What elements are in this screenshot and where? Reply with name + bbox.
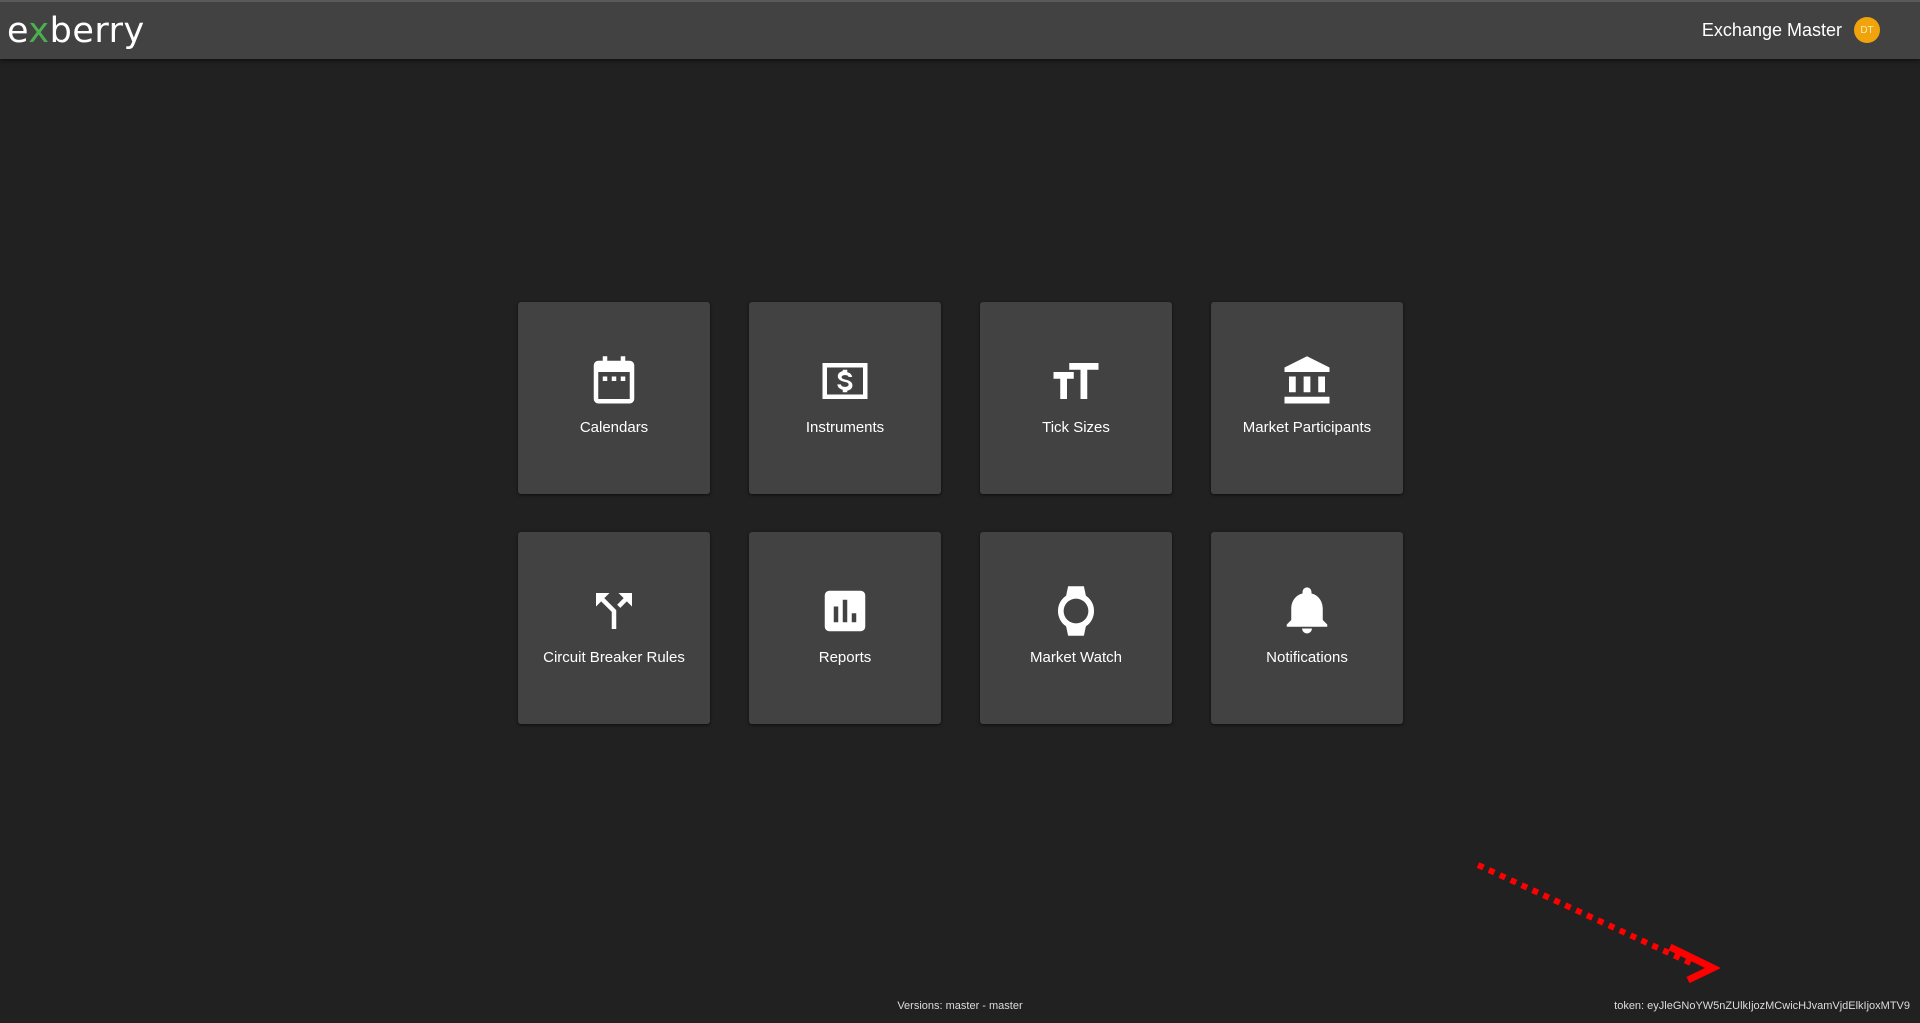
tile-reports[interactable]: Reports [749,532,941,724]
exberry-logo[interactable]: exberry [7,11,145,51]
tile-calendars[interactable]: Calendars [518,302,710,494]
tile-label: Market Watch [1030,649,1122,666]
tile-notifications[interactable]: Notifications [1211,532,1403,724]
user-menu[interactable]: Exchange Master DT [1702,17,1880,43]
bar-chart-icon [818,584,872,638]
top-app-bar: exberry Exchange Master DT [0,0,1920,59]
watch-icon [1049,584,1103,638]
logo-text-part1: e [7,11,29,51]
tile-label: Market Participants [1242,419,1372,436]
bank-icon [1280,354,1334,408]
user-name: Exchange Master [1701,19,1842,40]
tile-label: Circuit Breaker Rules [543,649,685,666]
dotted-arrow-icon [1476,862,1720,984]
tile-label: Tick Sizes [1042,419,1110,436]
token-text: token: eyJleGNoYW5nZUlkIjozMCwicHJvamVjd… [1614,1000,1910,1012]
tile-market-watch[interactable]: Market Watch [980,532,1172,724]
logo-text-part2: berry [49,11,145,51]
tile-instruments[interactable]: Instruments [749,302,941,494]
bell-icon [1280,584,1334,638]
split-arrows-icon [587,584,641,638]
tile-label: Instruments [805,419,885,436]
tile-label: Reports [818,649,872,666]
dollar-icon [818,354,872,408]
tile-market-participants[interactable]: Market Participants [1211,302,1403,494]
tile-label: Calendars [579,419,649,436]
tile-tick-sizes[interactable]: Tick Sizes [980,302,1172,494]
text-size-icon [1049,354,1103,408]
avatar[interactable]: DT [1854,17,1880,43]
module-grid: Calendars Instruments Tick Sizes Market … [518,302,1403,724]
tile-label: Notifications [1266,649,1348,666]
logo-x: x [28,11,50,51]
calendar-icon [587,354,641,408]
tile-circuit-breaker-rules[interactable]: Circuit Breaker Rules [518,532,710,724]
